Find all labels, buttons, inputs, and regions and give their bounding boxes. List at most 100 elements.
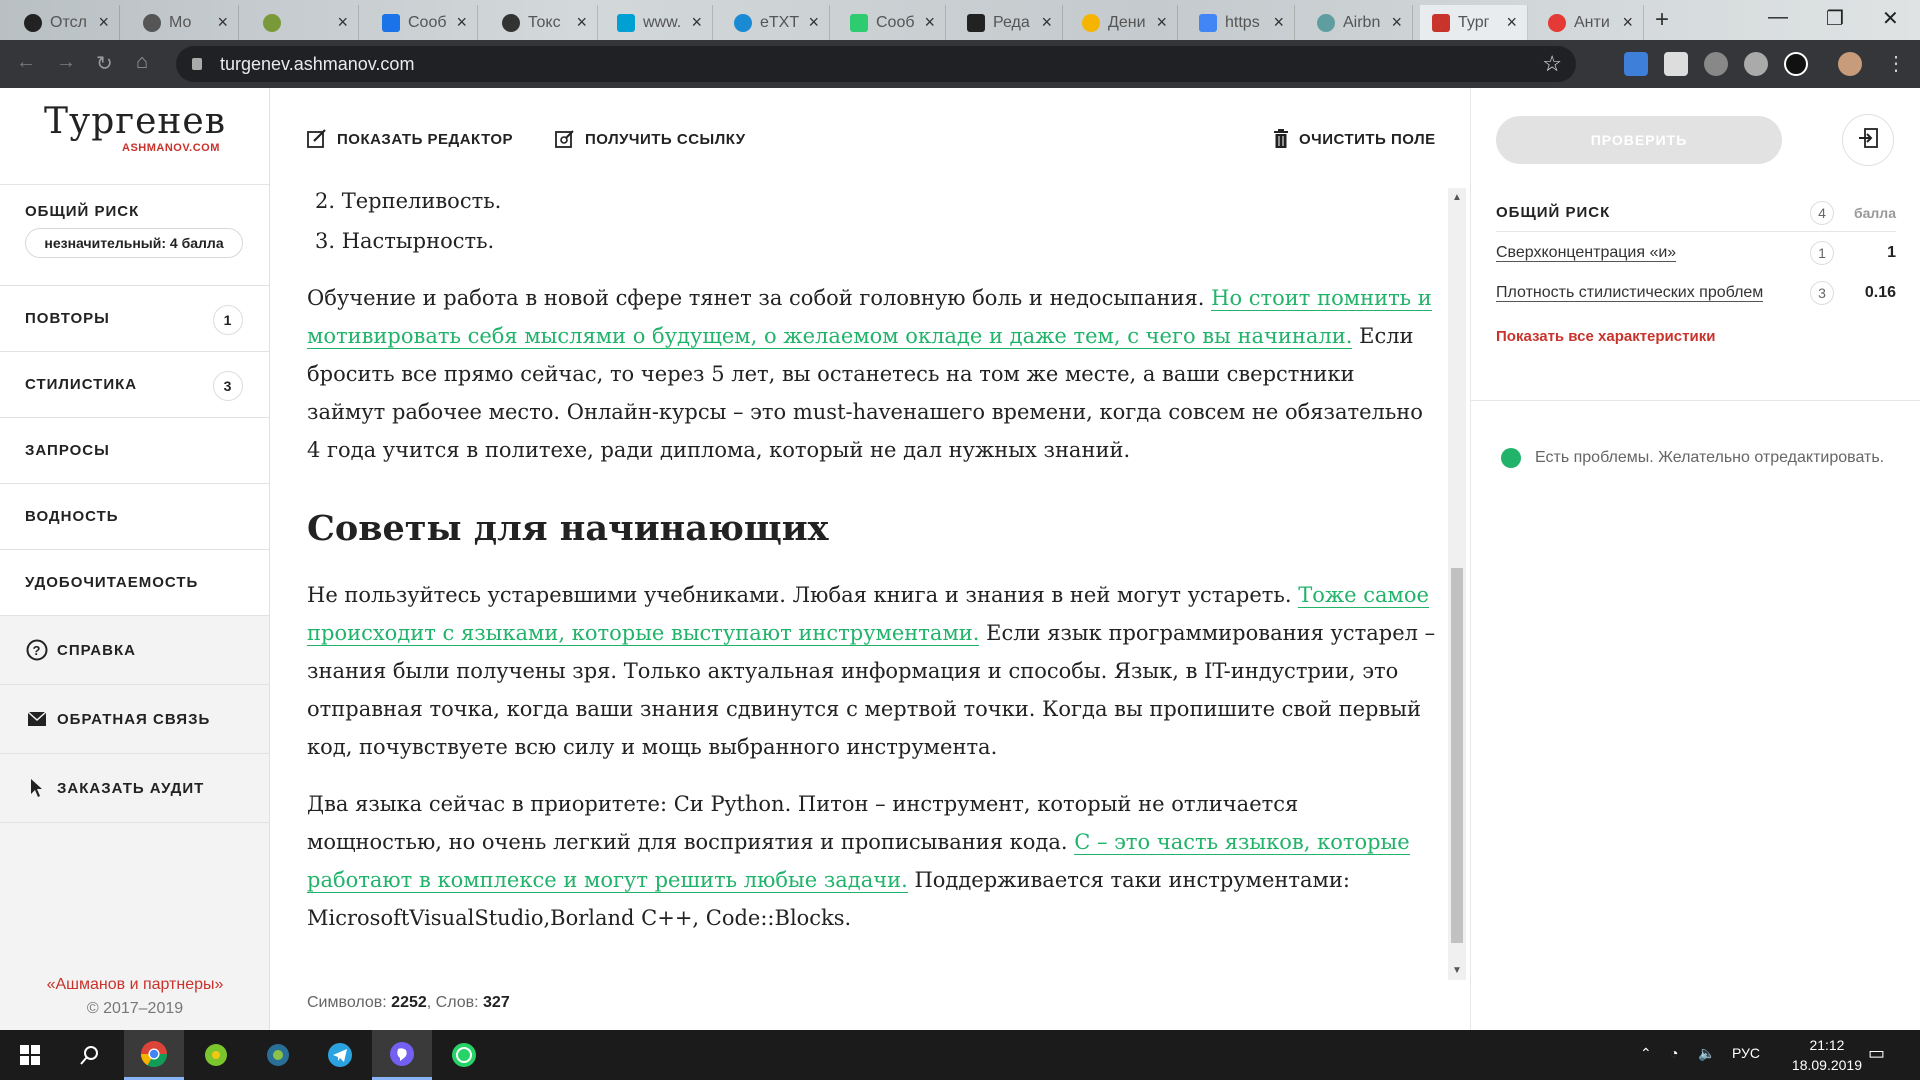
browser-tab[interactable]: Airbn ×	[1305, 5, 1413, 40]
shield-extension-icon[interactable]	[1704, 52, 1728, 76]
show-all-characteristics-link[interactable]: Показать все характеристики	[1496, 328, 1896, 345]
back-arrow-icon[interactable]: ←	[16, 51, 36, 74]
browser-tab[interactable]: Сооб ×	[838, 5, 946, 40]
viber-taskbar-icon[interactable]	[372, 1030, 432, 1080]
volume-icon[interactable]: 🔈	[1698, 1045, 1715, 1062]
risk-unit: балла	[1853, 204, 1896, 221]
sidebar-item-readability[interactable]: УДОБОЧИТАЕМОСТЬ	[0, 550, 269, 616]
reload-icon[interactable]: ↻	[96, 51, 113, 76]
close-icon[interactable]: ×	[1391, 12, 1402, 33]
browser-tab-active[interactable]: Тург ×	[1420, 5, 1528, 40]
close-icon[interactable]: ×	[1506, 12, 1517, 33]
browser-tab[interactable]: Анти ×	[1536, 5, 1644, 40]
clear-field-label: ОЧИСТИТЬ ПОЛЕ	[1299, 130, 1436, 148]
system-clock[interactable]: 21:12 18.09.2019	[1792, 1035, 1862, 1075]
forward-arrow-icon[interactable]: →	[56, 51, 76, 74]
browser-tab[interactable]: Токс ×	[490, 5, 598, 40]
profile-avatar[interactable]	[1838, 52, 1862, 76]
logo[interactable]: Тургенев ASHMANOV.COM	[0, 88, 269, 185]
tab-favicon-icon	[1548, 13, 1566, 32]
sidebar-item-wateriness[interactable]: ВОДНОСТЬ	[0, 484, 269, 550]
browser-tab[interactable]: ×	[251, 5, 359, 40]
vk-extension-icon[interactable]	[1624, 52, 1648, 76]
close-icon[interactable]: ×	[691, 12, 702, 33]
exit-button[interactable]	[1842, 114, 1894, 166]
browser-tab[interactable]: www. ×	[605, 5, 713, 40]
sidebar-item-stylistics[interactable]: СТИЛИСТИКА 3	[0, 352, 269, 418]
new-tab-plus-icon[interactable]: +	[1655, 6, 1669, 34]
scroll-down-arrow-icon[interactable]: ▼	[1452, 965, 1462, 976]
company-link[interactable]: «Ашманов и партнеры»	[0, 976, 270, 994]
section-heading: Советы для начинающих	[307, 508, 829, 549]
count-badge: 1	[213, 305, 243, 335]
sidebar-item-queries[interactable]: ЗАПРОСЫ	[0, 418, 269, 484]
vpn-taskbar-icon[interactable]	[248, 1030, 308, 1080]
close-icon[interactable]: ×	[217, 12, 228, 33]
sidebar-item-help[interactable]: ? СПРАВКА	[0, 616, 269, 685]
tray-expand-icon[interactable]: ⌃	[1640, 1045, 1652, 1062]
menu-kebab-icon[interactable]: ⋮	[1886, 51, 1906, 76]
tab-favicon-icon	[1432, 13, 1450, 32]
metric-row[interactable]: Плотность стилистических проблем 3 0.16	[1496, 274, 1896, 312]
metric-name-text[interactable]: Плотность стилистических проблем	[1496, 284, 1764, 302]
restore-icon[interactable]: ❐	[1826, 6, 1844, 31]
icq-taskbar-icon[interactable]	[186, 1030, 246, 1080]
notifications-icon[interactable]: ▭	[1868, 1043, 1885, 1064]
close-icon[interactable]: ×	[1041, 12, 1052, 33]
paragraph: Два языка сейчас в приоритете: Си Python…	[307, 785, 1437, 937]
search-icon[interactable]	[60, 1030, 120, 1080]
sidebar-item-audit[interactable]: ЗАКАЗАТЬ АУДИТ	[0, 754, 269, 823]
extension-icon[interactable]	[1744, 52, 1768, 76]
risk-label: ОБЩИЙ РИСК	[1496, 204, 1611, 221]
telegram-extension-icon[interactable]	[1784, 52, 1808, 76]
tab-title: Airbn	[1343, 13, 1381, 31]
sidebar-item-feedback[interactable]: ОБРАТНАЯ СВЯЗЬ	[0, 685, 269, 754]
browser-tab[interactable]: Реда ×	[955, 5, 1063, 40]
windows-start-icon[interactable]	[0, 1030, 60, 1080]
close-icon[interactable]: ×	[808, 12, 819, 33]
window-close-icon[interactable]: ✕	[1882, 6, 1899, 31]
scroll-up-arrow-icon[interactable]: ▲	[1452, 192, 1462, 203]
get-link-button[interactable]: ПОЛУЧИТЬ ССЫЛКУ	[555, 129, 746, 149]
whatsapp-taskbar-icon[interactable]	[434, 1030, 494, 1080]
chrome-taskbar-icon[interactable]	[124, 1030, 184, 1080]
risk-badge: незначительный: 4 балла	[25, 228, 243, 258]
show-editor-button[interactable]: ПОКАЗАТЬ РЕДАКТОР	[307, 129, 513, 149]
metric-row[interactable]: Сверхконцентрация «и» 1 1	[1496, 234, 1896, 272]
browser-tab[interactable]: Сооб ×	[370, 5, 478, 40]
scrollbar-thumb[interactable]	[1451, 568, 1463, 943]
metric-name-text[interactable]: Сверхконцентрация «и»	[1496, 244, 1677, 262]
close-icon[interactable]: ×	[1273, 12, 1284, 33]
editor-scrollbar[interactable]: ▲ ▼	[1448, 188, 1466, 980]
extension-icon[interactable]	[1664, 52, 1688, 76]
language-indicator[interactable]: РУС	[1732, 1045, 1760, 1061]
minimize-icon[interactable]: —	[1768, 6, 1788, 29]
tab-title: Сооб	[876, 13, 915, 31]
url-bar[interactable]: turgenev.ashmanov.com ☆	[176, 46, 1576, 82]
tab-title: www.	[643, 13, 682, 31]
browser-tab[interactable]: Мо ×	[131, 5, 239, 40]
home-icon[interactable]: ⌂	[136, 51, 148, 74]
network-icon[interactable]: ◔	[1670, 1045, 1678, 1061]
bookmark-star-icon[interactable]: ☆	[1542, 51, 1562, 77]
telegram-taskbar-icon[interactable]	[310, 1030, 370, 1080]
sidebar-item-label: ЗАКАЗАТЬ АУДИТ	[57, 779, 205, 797]
close-icon[interactable]: ×	[1156, 12, 1167, 33]
sidebar-item-label: ПОВТОРЫ	[25, 310, 110, 327]
sidebar-item-repeats[interactable]: ПОВТОРЫ 1	[0, 286, 269, 352]
close-icon[interactable]: ×	[337, 12, 348, 33]
close-icon[interactable]: ×	[98, 12, 109, 33]
close-icon[interactable]: ×	[576, 12, 587, 33]
browser-tab[interactable]: eTXT ×	[722, 5, 830, 40]
close-icon[interactable]: ×	[456, 12, 467, 33]
tab-favicon-icon	[263, 13, 281, 32]
check-button[interactable]: ПРОВЕРИТЬ	[1496, 116, 1782, 164]
browser-tab[interactable]: https ×	[1187, 5, 1295, 40]
clear-field-button[interactable]: ОЧИСТИТЬ ПОЛЕ	[1273, 129, 1436, 149]
close-icon[interactable]: ×	[1622, 12, 1633, 33]
browser-tab[interactable]: Дени ×	[1070, 5, 1178, 40]
risk-summary: ОБЩИЙ РИСК 4 балла Сверхконцентрация «и»…	[1496, 198, 1896, 345]
close-icon[interactable]: ×	[924, 12, 935, 33]
browser-tab[interactable]: Отсл ×	[12, 5, 120, 40]
text-editor[interactable]: 2. Терпеливость. 3. Настырность. Обучени…	[307, 180, 1437, 980]
